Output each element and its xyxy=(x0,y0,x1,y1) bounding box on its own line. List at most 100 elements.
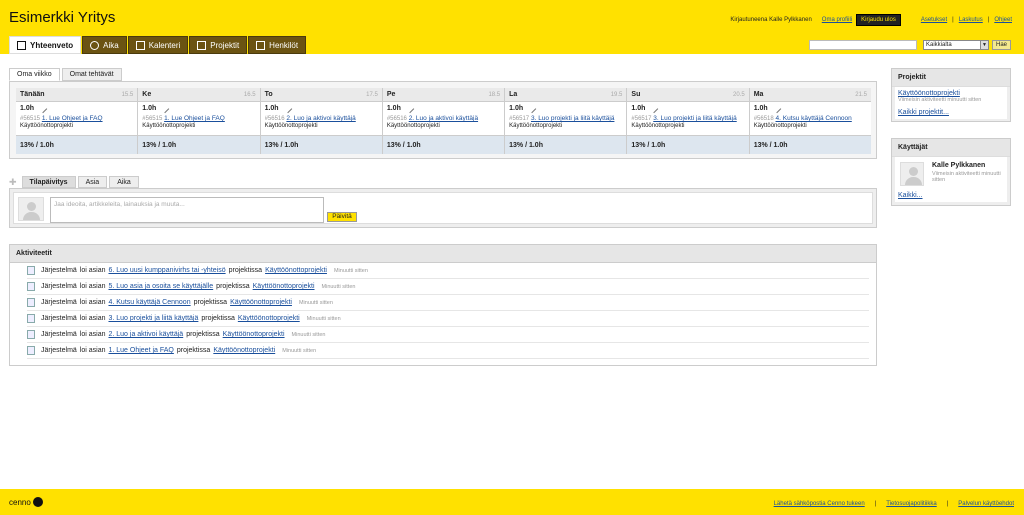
day-date: 16.5 xyxy=(243,91,256,98)
projects-panel: Projektit Käyttöönottoprojekti Viimeisin… xyxy=(891,68,1011,122)
activity-in: projektissa xyxy=(193,299,228,306)
all-users-link[interactable]: Kaikki... xyxy=(898,192,923,199)
logout-button[interactable]: Kirjaudu ulos xyxy=(856,14,901,26)
tab-summary[interactable]: Yhteenveto xyxy=(9,36,82,54)
user-activity: Viimeisin aktiviteetti minuutti sitten xyxy=(932,171,1001,183)
activity-actor: Järjestelmä xyxy=(41,299,77,306)
day-column: Tänään 15.5 1.0h #56515 1. Lue Ohjeet ja FA… xyxy=(16,88,139,154)
document-icon xyxy=(27,282,35,291)
billing-link[interactable]: Laskutus xyxy=(959,17,983,23)
entry-hours: 1.0h xyxy=(509,105,524,112)
pencil-icon[interactable] xyxy=(283,104,292,113)
footer: cenno Lähetä sähköpostia Cenno tukeen | … xyxy=(0,489,1024,515)
day-column: Ma 21.5 1.0h #56518 4. Kutsu käyttäjä Cenno… xyxy=(749,88,871,154)
activity-task-link[interactable]: 5. Luo asia ja osoita se käyttäjälle xyxy=(108,283,213,290)
help-link[interactable]: Ohjeet xyxy=(994,17,1012,23)
task-id: #56515 xyxy=(142,116,163,122)
activity-task-link[interactable]: 6. Luo uusi kumppanivirhs tai -yhteisö xyxy=(108,267,225,274)
tab-my-week[interactable]: Oma viikko xyxy=(9,68,60,81)
day-name: To xyxy=(264,91,273,98)
activity-project-link[interactable]: Käyttöönottoprojekti xyxy=(265,267,327,274)
activity-row: Järjestelmä loi asian 4. Kutsu käyttäjä Ce… xyxy=(27,295,869,311)
tab-my-tasks[interactable]: Omat tehtävät xyxy=(61,68,122,81)
day-header: Tänään 15.5 xyxy=(16,88,138,102)
day-column: Ke 16.5 1.0h #56515 1. Lue Ohjeet ja FAQ Käy… xyxy=(138,88,261,154)
task-id: #56516 xyxy=(386,116,407,122)
task-project: Käyttöönottoprojekti xyxy=(264,123,318,129)
document-icon xyxy=(27,266,35,275)
week-panel: Tänään 15.5 1.0h #56515 1. Lue Ohjeet ja FA… xyxy=(9,81,877,159)
pencil-icon[interactable] xyxy=(161,104,170,113)
task-link[interactable]: 1. Lue Ohjeet ja FAQ xyxy=(42,115,103,122)
activity-verb: loi asian xyxy=(79,283,106,290)
search-button[interactable]: Hae xyxy=(992,40,1011,50)
activity-project-link[interactable]: Käyttöönottoprojekti xyxy=(253,283,315,290)
day-column: La 19.5 1.0h #56517 3. Luo projekti ja liit… xyxy=(505,88,628,154)
privacy-link[interactable]: Tietosuojapolitiikka xyxy=(886,501,936,507)
tab-time[interactable]: Aika xyxy=(82,36,127,54)
tab-calendar[interactable]: Kalenteri xyxy=(127,36,189,54)
tab-issue[interactable]: Asia xyxy=(77,176,108,188)
terms-link[interactable]: Palvelun käyttöehdot xyxy=(958,501,1014,507)
task-id: #56515 xyxy=(20,116,41,122)
tab-projects[interactable]: Projektit xyxy=(189,36,248,54)
activity-task-link[interactable]: 1. Lue Ohjeet ja FAQ xyxy=(108,347,173,354)
update-button[interactable]: Päivitä xyxy=(327,212,357,222)
avatar xyxy=(18,197,44,221)
clock-icon xyxy=(90,40,100,50)
day-name: Su xyxy=(631,91,641,98)
day-date: 21.5 xyxy=(855,91,867,98)
task-link[interactable]: 3. Luo projekti ja liitä käyttäjä xyxy=(653,115,736,122)
task-link[interactable]: 2. Luo ja aktivoi käyttäjä xyxy=(409,115,478,122)
day-date: 15.5 xyxy=(121,91,134,98)
all-projects-link[interactable]: Kaikki projektit... xyxy=(898,109,949,116)
day-column: Pe 18.5 1.0h #56516 2. Luo ja aktivoi käytt… xyxy=(382,88,506,154)
activity-verb: loi asian xyxy=(79,299,106,306)
day-date: 19.5 xyxy=(610,91,623,98)
task-project: Käyttöönottoprojekti xyxy=(753,123,807,129)
activity-task-link[interactable]: 3. Luo projekti ja liitä käyttäjä xyxy=(108,315,198,322)
task-id: #56517 xyxy=(509,116,530,122)
activity-row: Järjestelmä loi asian 2. Luo ja aktivoi kä… xyxy=(27,327,869,343)
status-textarea[interactable]: Jaa ideoita, artikkeleita, lainauksia ja… xyxy=(50,197,324,223)
activity-project-link[interactable]: Käyttöönottoprojekti xyxy=(223,331,285,338)
project-link[interactable]: Käyttöönottoprojekti xyxy=(898,90,960,97)
support-email-link[interactable]: Lähetä sähköpostia Cenno tukeen xyxy=(774,501,865,507)
activity-in: projektissa xyxy=(228,267,263,274)
settings-link[interactable]: Asetukset xyxy=(921,17,947,23)
activity-project-link[interactable]: Käyttöönottoprojekti xyxy=(230,299,292,306)
pencil-icon[interactable] xyxy=(650,104,659,113)
search-input[interactable] xyxy=(809,40,917,50)
activity-time: Minuutti sitten xyxy=(333,267,368,274)
pencil-icon[interactable] xyxy=(405,104,415,113)
logged-in-label: Kirjautuneena Kalle Pylkkanen xyxy=(730,17,812,23)
task-link[interactable]: 3. Luo projekti ja liitä käyttäjä xyxy=(531,115,614,122)
tab-status-update[interactable]: Tilapäivitys xyxy=(21,176,76,188)
activity-in: projektissa xyxy=(176,347,211,354)
pencil-icon[interactable] xyxy=(38,104,48,113)
activity-project-link[interactable]: Käyttöönottoprojekti xyxy=(213,347,275,354)
task-link[interactable]: 2. Luo ja aktivoi käyttäjä xyxy=(286,115,355,122)
activity-verb: loi asian xyxy=(79,347,106,354)
activity-project-link[interactable]: Käyttöönottoprojekti xyxy=(238,315,300,322)
activity-list: Järjestelmä loi asian 6. Luo uusi kumppani… xyxy=(10,263,876,359)
document-icon xyxy=(27,314,35,323)
tab-time-entry[interactable]: Aika xyxy=(109,176,139,188)
plus-icon[interactable]: ✚ xyxy=(9,177,17,188)
day-name: Ke xyxy=(142,91,152,98)
main-nav: Yhteenveto Aika Kalenteri Projektit Henk… xyxy=(9,36,307,54)
footer-logo: cenno xyxy=(9,497,43,507)
day-header: To 17.5 xyxy=(260,88,382,102)
calendar-icon xyxy=(135,40,145,50)
pencil-icon[interactable] xyxy=(527,104,537,113)
search-scope-select[interactable]: Kaikkialta ▼ xyxy=(923,40,989,50)
pencil-icon[interactable] xyxy=(772,104,781,113)
profile-link[interactable]: Oma profiili xyxy=(822,17,852,23)
day-entry: 1.0h #56515 1. Lue Ohjeet ja FAQ Käyttööno… xyxy=(16,102,138,136)
activity-task-link[interactable]: 4. Kutsu käyttäjä Cennoon xyxy=(108,299,190,306)
task-link[interactable]: 1. Lue Ohjeet ja FAQ xyxy=(164,115,225,122)
activity-task-link[interactable]: 2. Luo ja aktivoi käyttäjä xyxy=(108,331,183,338)
week-table: Tänään 15.5 1.0h #56515 1. Lue Ohjeet ja FA… xyxy=(16,88,871,154)
task-link[interactable]: 4. Kutsu käyttäjä Cennoon xyxy=(776,115,852,122)
tab-people[interactable]: Henkilöt xyxy=(248,36,307,54)
